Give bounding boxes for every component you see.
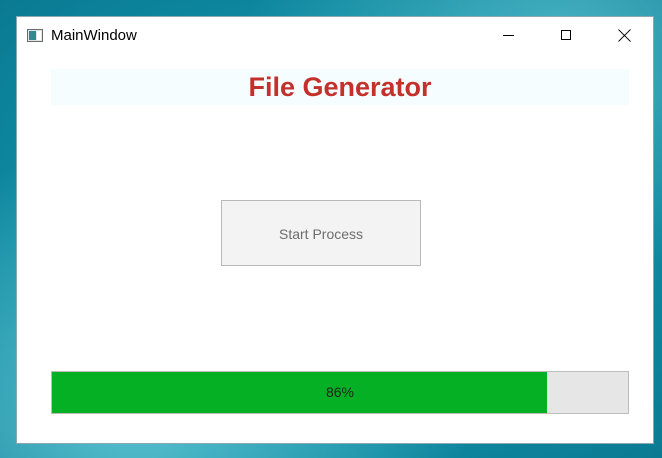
minimize-button[interactable] xyxy=(479,17,537,53)
header-band: File Generator xyxy=(51,69,629,105)
maximize-icon xyxy=(561,30,571,40)
close-icon xyxy=(618,29,631,42)
start-process-button[interactable]: Start Process xyxy=(221,200,421,266)
minimize-icon xyxy=(502,34,514,36)
maximize-button[interactable] xyxy=(537,17,595,53)
desktop-background: MainWindow File Generator Start Process … xyxy=(0,0,662,458)
progress-bar: 86% xyxy=(51,371,629,414)
app-window-icon xyxy=(27,29,43,42)
close-button[interactable] xyxy=(595,17,653,53)
title-bar[interactable]: MainWindow xyxy=(17,17,653,53)
page-title: File Generator xyxy=(248,72,432,102)
progress-label: 86% xyxy=(325,384,355,400)
main-window: MainWindow File Generator Start Process … xyxy=(16,16,654,444)
window-title: MainWindow xyxy=(51,27,137,44)
